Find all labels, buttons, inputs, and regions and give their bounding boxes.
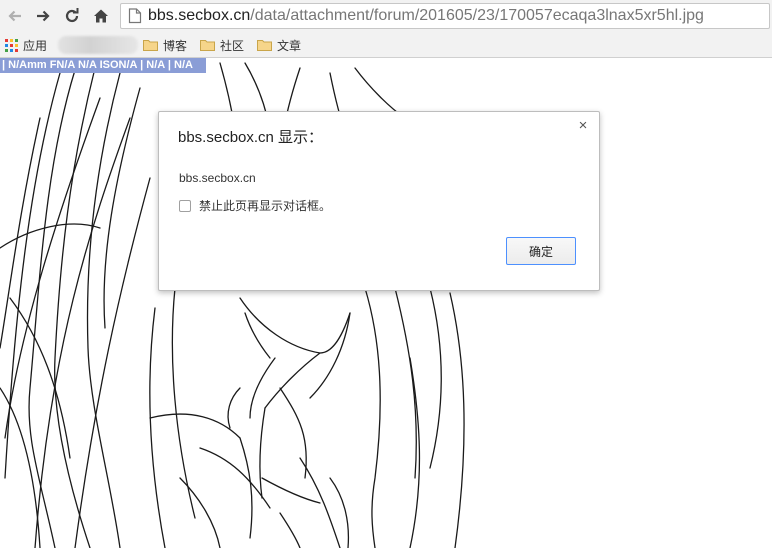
address-bar[interactable]: bbs.secbox.cn/data/attachment/forum/2016… <box>120 3 770 29</box>
dialog-title: bbs.secbox.cn 显示： <box>178 129 324 146</box>
suppress-dialogs-checkbox-row[interactable]: 禁止此页再显示对话框。 <box>179 197 331 214</box>
bookmark-apps[interactable]: 应用 <box>5 37 47 53</box>
browser-toolbar: bbs.secbox.cn/data/attachment/forum/2016… <box>0 0 772 33</box>
image-metadata-strip: | N/Amm FN/A N/A ISON/A | N/A | N/A <box>0 58 206 73</box>
folder-icon <box>257 40 272 51</box>
close-icon[interactable]: × <box>575 118 591 134</box>
url-text: bbs.secbox.cn/data/attachment/forum/2016… <box>148 7 704 25</box>
url-path: /data/attachment/forum/201605/23/170057e… <box>250 7 704 24</box>
back-arrow-icon[interactable] <box>4 5 26 27</box>
suppress-dialogs-label[interactable]: 禁止此页再显示对话框。 <box>199 197 331 214</box>
bookmark-apps-label: 应用 <box>23 38 48 53</box>
bookmark-item[interactable]: 文章 <box>257 37 301 53</box>
folder-icon <box>200 40 215 51</box>
bookmark-item[interactable]: 社区 <box>200 37 244 53</box>
forward-arrow-icon[interactable] <box>32 5 54 27</box>
reload-icon[interactable] <box>61 5 83 27</box>
alert-dialog: bbs.secbox.cn 显示： × bbs.secbox.cn 禁止此页再显… <box>158 111 600 291</box>
dialog-message: bbs.secbox.cn <box>179 171 256 185</box>
url-host: bbs.secbox.cn <box>148 7 251 24</box>
home-icon[interactable] <box>90 5 112 27</box>
blurred-bookmark[interactable] <box>58 36 138 54</box>
apps-grid-icon <box>5 38 18 52</box>
folder-icon <box>143 40 158 51</box>
bookmarks-bar: 应用 博客 社区 文章 <box>0 33 772 58</box>
bookmark-label: 社区 <box>220 38 245 53</box>
bookmark-label: 博客 <box>163 38 188 53</box>
bookmark-item[interactable]: 博客 <box>143 37 187 53</box>
suppress-dialogs-checkbox[interactable] <box>179 199 191 212</box>
ok-button[interactable]: 确定 <box>506 237 576 265</box>
bookmark-label: 文章 <box>277 38 302 53</box>
page-icon <box>128 8 142 24</box>
